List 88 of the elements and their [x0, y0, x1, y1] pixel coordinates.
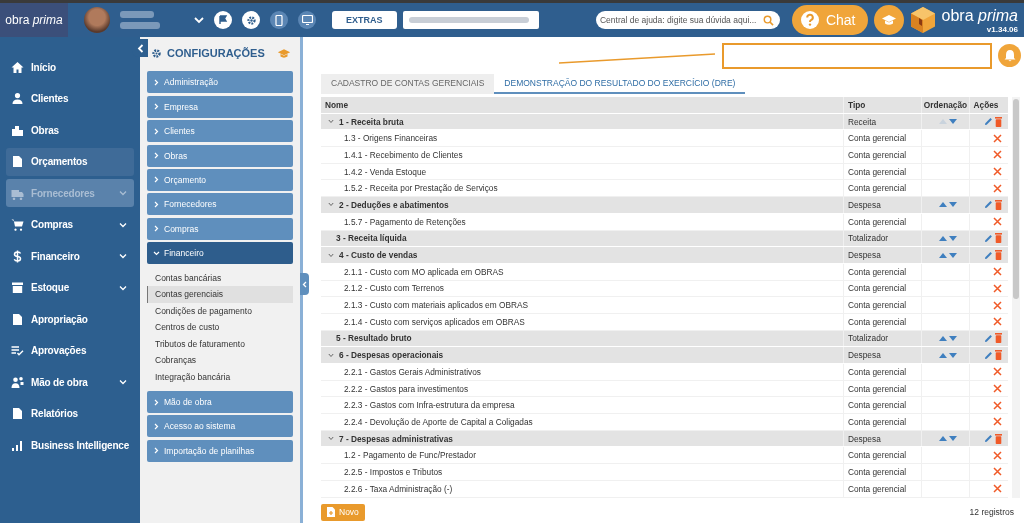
- table-cell-text: 2.2.4 - Devolução de Aporte de Capital a Coligadas: [343, 415, 534, 429]
- table-cell: Conta gerencial: [843, 380, 921, 397]
- table-cell: Despesa: [843, 430, 921, 447]
- table-cell-text: 2.2.1 - Gastos Gerais Administrativos: [343, 365, 482, 379]
- table-cell-text: 2.2.6 - Taxa Administração (-): [343, 482, 454, 496]
- table-cell: Conta gerencial: [843, 447, 921, 464]
- settings-section[interactable]: Mão de obra: [147, 391, 293, 414]
- table-cell: Conta gerencial: [843, 313, 921, 330]
- table-cell: Conta gerencial: [843, 414, 921, 430]
- table-cell: Conta gerencial: [843, 180, 921, 197]
- table-cell: Conta gerencial: [843, 464, 921, 480]
- sidebar-item[interactable]: Obras: [6, 116, 134, 144]
- table-cell-text: 1.4.1 - Recebimento de Clientes: [343, 148, 464, 162]
- record-count: 12 registros: [969, 507, 1014, 517]
- sidebar-item[interactable]: Estoque: [6, 273, 134, 302]
- settings-section[interactable]: Orçamento: [147, 168, 293, 191]
- table-cell: Totalizador: [843, 330, 921, 347]
- settings-link[interactable]: Integração bancária: [147, 369, 293, 386]
- table-cell: Totalizador: [843, 230, 921, 247]
- sidebar-item[interactable]: Compras: [6, 210, 134, 239]
- column-header: Ordenação: [921, 97, 969, 113]
- table-cell-text: 1.3 - Origens Financeiras: [343, 132, 439, 146]
- settings-section[interactable]: Empresa: [147, 95, 293, 118]
- logo[interactable]: obra prima: [0, 3, 68, 37]
- table-cell-text: 1.5.7 - Pagamento de Retenções: [343, 215, 467, 229]
- settings-section[interactable]: Administração: [147, 71, 293, 94]
- table-cell: 6 - Despesas operacionais: [321, 347, 843, 363]
- table-cell: Conta gerencial: [843, 213, 921, 230]
- column-header: Ações: [969, 97, 1008, 113]
- table-cell-text: 1.2 - Pagamento de Func/Prestador: [343, 449, 477, 463]
- sidebar-item[interactable]: Início: [6, 53, 134, 81]
- extras-button[interactable]: EXTRAS: [332, 11, 397, 29]
- table-cell: Conta gerencial: [843, 364, 921, 380]
- sidebar-item[interactable]: Orçamentos: [6, 147, 134, 176]
- sidebar-item[interactable]: Financeiro: [6, 242, 134, 270]
- sidebar-item[interactable]: Apropriação: [6, 305, 134, 333]
- table-cell-text: 1.4.2 - Venda Estoque: [343, 165, 428, 179]
- table-cell-text: 5 - Resultado bruto: [335, 332, 413, 346]
- settings-link[interactable]: Cobranças: [147, 352, 293, 370]
- sidebar-item[interactable]: Aprovações: [6, 336, 134, 365]
- table-cell-text: 2.1.2 - Custo com Terrenos: [343, 282, 445, 296]
- tab[interactable]: CADASTRO DE CONTAS GERENCIAIS: [321, 74, 495, 94]
- brand-name: obra prima: [941, 6, 1018, 25]
- table-cell: 7 - Despesas administrativas: [321, 430, 843, 447]
- settings-section[interactable]: Fornecedores: [147, 193, 293, 216]
- settings-link[interactable]: Condições de pagamento: [147, 302, 293, 320]
- column-header: Nome: [324, 98, 350, 112]
- table-cell-text: 2.1.1 - Custo com MO aplicada em OBRAS: [343, 265, 505, 279]
- settings-section[interactable]: Acesso ao sistema: [147, 415, 293, 438]
- sidebar-item[interactable]: Relatórios: [6, 399, 134, 428]
- table-cell-text: 2.2.5 - Impostos e Tributos: [343, 465, 444, 479]
- table-cell: Despesa: [843, 197, 921, 213]
- sidebar-item[interactable]: Mão de obra: [6, 368, 134, 396]
- table-cell: 4 - Custo de vendas: [321, 247, 843, 263]
- table-cell: Conta gerencial: [843, 397, 921, 414]
- table-cell: Despesa: [843, 247, 921, 263]
- table-cell: Conta gerencial: [843, 130, 921, 147]
- table-cell-text: 3 - Receita líquida: [335, 232, 408, 246]
- settings-section[interactable]: Financeiro: [147, 242, 293, 265]
- table-cell: Receita: [843, 113, 921, 130]
- settings-link[interactable]: Tributos de faturamento: [147, 335, 293, 353]
- settings-section[interactable]: Importação de planilhas: [147, 439, 293, 462]
- search-field[interactable]: Central de ajuda: digite sua dúvida aqui...: [595, 11, 780, 29]
- table-cell: Conta gerencial: [843, 163, 921, 180]
- column-header: Tipo: [843, 97, 921, 113]
- table-cell-text: 2.1.4 - Custo com serviços aplicados em OBRAS: [343, 315, 526, 329]
- panel-title: CONFIGURAÇÕES: [167, 47, 266, 59]
- settings-link[interactable]: Contas gerenciais: [147, 286, 293, 303]
- version-label: v1.34.06: [986, 24, 1018, 34]
- sidebar-item[interactable]: Business Intelligence: [6, 431, 134, 459]
- table-cell: Conta gerencial: [843, 480, 921, 497]
- table-cell-text: 2.2.2 - Gastos para investimentos: [343, 382, 470, 396]
- table-cell-text: 1.5.2 - Receita por Prestação de Serviços: [343, 182, 499, 196]
- settings-link[interactable]: Contas bancárias: [147, 269, 293, 287]
- table-cell: Conta gerencial: [843, 263, 921, 280]
- table-cell: Conta gerencial: [843, 147, 921, 163]
- settings-link[interactable]: Centros de custo: [147, 319, 293, 336]
- table-cell: 1 - Receita bruta: [321, 113, 843, 130]
- table-cell: Conta gerencial: [843, 280, 921, 297]
- table-cell: Despesa: [843, 347, 921, 363]
- sidebar-item[interactable]: Clientes: [6, 84, 134, 113]
- settings-section[interactable]: Obras: [147, 144, 293, 167]
- settings-section[interactable]: Clientes: [147, 120, 293, 143]
- table-cell: 2 - Deduções e abatimentos: [321, 197, 843, 213]
- table-cell-text: 2.2.3 - Gastos com Infra-estrutura da empresa: [343, 399, 516, 413]
- table-cell-text: 2.1.3 - Custo com materiais aplicados em OBRAS: [343, 299, 529, 313]
- settings-section[interactable]: Compras: [147, 217, 293, 240]
- table-cell: Conta gerencial: [843, 297, 921, 313]
